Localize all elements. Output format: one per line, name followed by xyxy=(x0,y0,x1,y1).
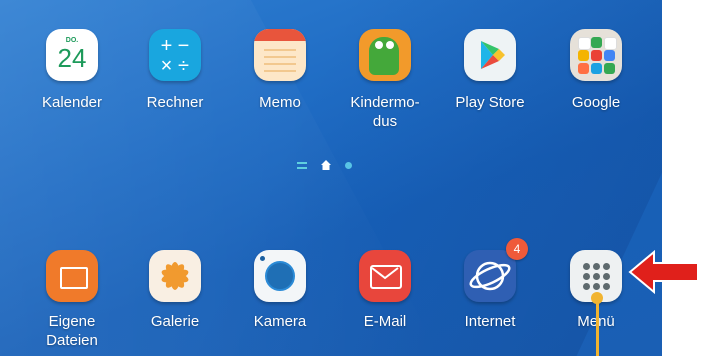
page-dot[interactable] xyxy=(345,161,352,169)
memo-icon xyxy=(254,29,306,81)
gallery-flower-icon xyxy=(149,250,201,302)
dinosaur-icon xyxy=(359,29,411,81)
app-play-store[interactable]: Play Store xyxy=(442,29,538,112)
app-email[interactable]: E-Mail xyxy=(337,250,433,331)
app-label: Rechner xyxy=(146,94,204,111)
app-memo[interactable]: Memo xyxy=(232,29,328,112)
app-label: Play Store xyxy=(455,94,525,111)
calendar-day: 24 xyxy=(57,43,87,73)
envelope-icon xyxy=(359,250,411,302)
app-label: Kalender xyxy=(41,94,103,111)
folder-google[interactable]: Google xyxy=(548,29,644,112)
app-kids-mode[interactable]: Kindermo- dus xyxy=(337,29,433,131)
calc-plus-symbol: + xyxy=(160,35,173,57)
home-page-icon[interactable] xyxy=(321,160,331,170)
app-label: Eigene Dateien xyxy=(46,313,98,349)
calculator-icon: + − × ÷ xyxy=(149,29,201,81)
app-label: Memo xyxy=(259,94,301,111)
app-label: Galerie xyxy=(150,313,200,330)
home-screen: DO. 24 Kalender + − × ÷ Rechner Memo Kin… xyxy=(0,0,662,356)
page-indicator xyxy=(297,160,352,170)
app-gallery[interactable]: Galerie xyxy=(127,250,223,331)
red-arrow-icon xyxy=(628,250,699,294)
app-calculator[interactable]: + − × ÷ Rechner xyxy=(127,29,223,112)
notification-badge: 4 xyxy=(506,238,528,260)
app-label: E-Mail xyxy=(363,313,407,330)
google-folder-icon xyxy=(570,29,622,81)
camera-icon xyxy=(254,250,306,302)
app-internet[interactable]: Internet xyxy=(442,250,538,331)
folder-icon xyxy=(46,250,98,302)
calc-divide-symbol: ÷ xyxy=(178,55,189,77)
page-dot-widgets[interactable] xyxy=(297,161,307,169)
pointer-line xyxy=(596,296,599,356)
app-label: Kindermo- dus xyxy=(350,94,420,130)
play-store-icon xyxy=(464,29,516,81)
app-my-files[interactable]: Eigene Dateien xyxy=(24,250,120,350)
app-calendar[interactable]: DO. 24 Kalender xyxy=(24,29,120,112)
app-label: Google xyxy=(571,94,621,111)
app-label: Internet xyxy=(464,313,516,330)
calc-times-symbol: × xyxy=(160,55,173,77)
calc-minus-symbol: − xyxy=(177,35,190,57)
calendar-icon: DO. 24 xyxy=(46,29,98,81)
internet-planet-icon xyxy=(464,250,516,302)
app-label: Kamera xyxy=(253,313,307,330)
app-camera[interactable]: Kamera xyxy=(232,250,328,331)
